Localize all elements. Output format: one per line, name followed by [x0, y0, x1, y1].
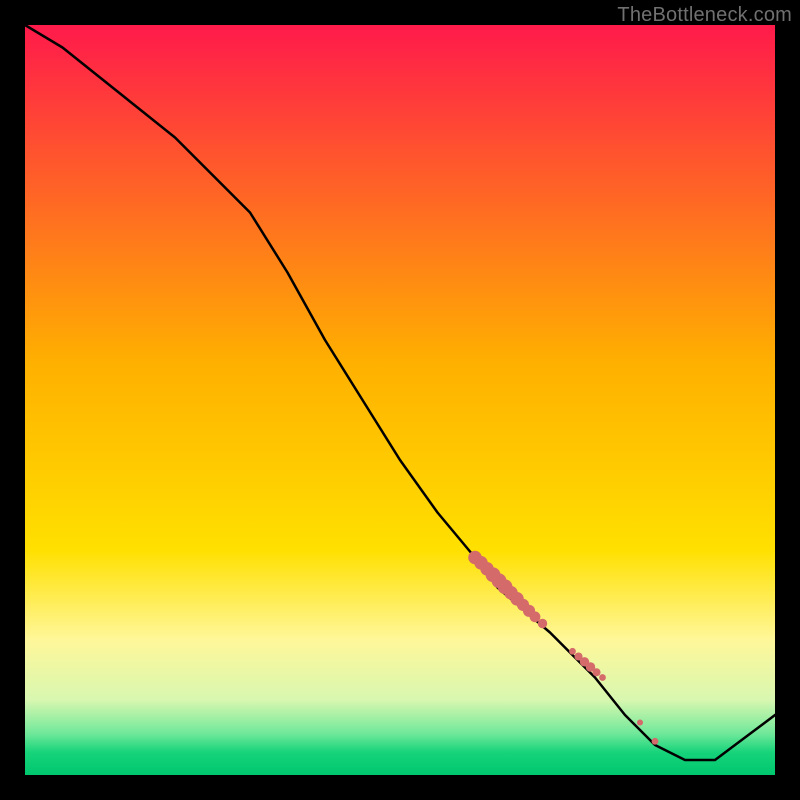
- chart-frame: TheBottleneck.com: [0, 0, 800, 800]
- data-marker: [538, 619, 547, 628]
- data-marker: [599, 674, 606, 681]
- data-marker: [637, 719, 643, 725]
- data-marker: [569, 648, 576, 655]
- watermark-text: TheBottleneck.com: [617, 4, 792, 27]
- chart-svg: [25, 25, 775, 775]
- gradient-background: [25, 25, 775, 775]
- data-marker: [530, 611, 541, 622]
- plot-area: [25, 25, 775, 775]
- data-marker: [652, 738, 659, 745]
- data-marker: [592, 668, 600, 676]
